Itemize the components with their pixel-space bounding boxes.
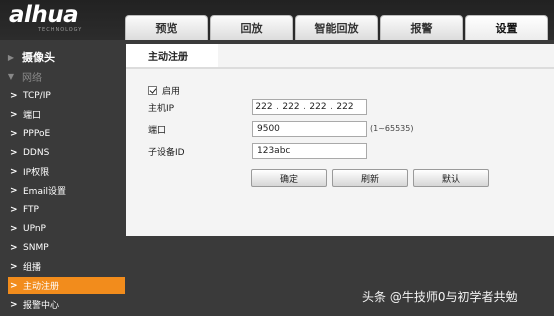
collapsed-arrow-icon: ▶ xyxy=(7,52,15,62)
host-ip-input[interactable]: 222. 222. 222. 222 xyxy=(252,99,367,115)
chevron-right-icon: > xyxy=(10,147,18,158)
sidebar-item-ip-permission[interactable]: > IP权限 xyxy=(10,163,125,180)
sidebar-item-label: PPPoE xyxy=(23,128,51,139)
panel-divider xyxy=(126,67,554,69)
sidebar-item-label: SNMP xyxy=(23,242,49,253)
tab-smart-playback[interactable]: 智能回放 xyxy=(295,15,378,40)
tab-preview[interactable]: 预览 xyxy=(125,15,208,40)
ip-octet-1[interactable]: 222 xyxy=(253,102,275,112)
sidebar-item-auto-register[interactable]: > 主动注册 xyxy=(8,277,125,294)
sidebar-item-ddns[interactable]: > DDNS xyxy=(10,144,125,161)
sidebar-item-label: TCP/IP xyxy=(23,90,51,101)
top-header: alhua TECHNOLOGY 预览 回放 智能回放 报警 设置 xyxy=(0,0,554,40)
sidebar-item-label: 端口 xyxy=(23,111,42,121)
chevron-right-icon: > xyxy=(10,90,18,101)
sidebar-category-label: 摄像头 xyxy=(22,51,55,64)
sidebar-item-email[interactable]: > Email设置 xyxy=(10,182,125,199)
sidebar-category-network[interactable]: ▼ 网络 xyxy=(0,67,126,85)
sidebar-item-ftp[interactable]: > FTP xyxy=(10,201,125,218)
sidebar-category-label: 网络 xyxy=(22,72,42,84)
enable-row: 启用 xyxy=(148,82,180,98)
enable-checkbox[interactable] xyxy=(148,85,157,95)
ip-octet-3[interactable]: 222 xyxy=(307,102,329,112)
chevron-right-icon: > xyxy=(10,128,18,139)
sidebar-item-upnp[interactable]: > UPnP xyxy=(10,220,125,237)
tab-playback[interactable]: 回放 xyxy=(210,15,293,40)
brand-logo-subtitle: TECHNOLOGY xyxy=(38,27,83,33)
chevron-right-icon: > xyxy=(10,242,18,253)
sidebar-item-port[interactable]: > 端口 xyxy=(10,106,125,123)
sidebar-item-label: Email设置 xyxy=(23,187,66,197)
port-range-hint: (1~65535) xyxy=(370,124,414,133)
port-label: 端口 xyxy=(148,125,167,136)
sidebar-item-label: 主动注册 xyxy=(23,282,60,292)
port-input[interactable]: 9500 xyxy=(252,121,367,137)
watermark-text: 头条 @牛技师0与初学者共勉 xyxy=(362,290,518,304)
enable-label: 启用 xyxy=(162,86,181,97)
device-id-input[interactable]: 123abc xyxy=(252,143,367,159)
host-ip-label: 主机IP xyxy=(148,103,175,114)
ip-octet-2[interactable]: 222 xyxy=(280,102,302,112)
brand-logo: alhua xyxy=(9,2,79,28)
chevron-right-icon: > xyxy=(10,299,18,310)
main-tabs: 预览 回放 智能回放 报警 设置 xyxy=(125,15,550,40)
ok-button[interactable]: 确定 xyxy=(251,169,327,187)
expanded-arrow-icon: ▼ xyxy=(7,71,15,81)
chevron-right-icon: > xyxy=(10,185,18,196)
device-id-label: 子设备ID xyxy=(148,147,185,158)
chevron-right-icon: > xyxy=(10,223,18,234)
ip-octet-4[interactable]: 222 xyxy=(334,102,356,112)
tab-alarm[interactable]: 报警 xyxy=(380,15,463,40)
sidebar-item-snmp[interactable]: > SNMP xyxy=(10,239,125,256)
chevron-right-icon: > xyxy=(10,280,18,291)
panel-tab-auto-register[interactable]: 主动注册 xyxy=(126,44,218,67)
default-button[interactable]: 默认 xyxy=(413,169,489,187)
sidebar-item-label: UPnP xyxy=(23,223,46,234)
chevron-right-icon: > xyxy=(10,261,18,272)
chevron-right-icon: > xyxy=(10,204,18,215)
sidebar-category-camera[interactable]: ▶ 摄像头 xyxy=(0,48,126,66)
sidebar-item-alarm-center[interactable]: > 报警中心 xyxy=(10,296,125,313)
sidebar-item-label: FTP xyxy=(23,204,39,215)
sidebar-item-pppoe[interactable]: > PPPoE xyxy=(10,125,125,142)
sidebar-item-label: 组播 xyxy=(23,263,42,273)
refresh-button[interactable]: 刷新 xyxy=(332,169,408,187)
sidebar: ▶ 摄像头 ▼ 网络 > TCP/IP > 端口 > PPPoE > DDNS > IP权… xyxy=(0,40,126,316)
chevron-right-icon: > xyxy=(10,166,18,177)
sidebar-item-label: DDNS xyxy=(23,147,50,158)
sidebar-item-multicast[interactable]: > 组播 xyxy=(10,258,125,275)
tab-settings[interactable]: 设置 xyxy=(465,15,548,40)
chevron-right-icon: > xyxy=(10,109,18,120)
sidebar-item-tcpip[interactable]: > TCP/IP xyxy=(10,87,125,104)
sidebar-item-label: 报警中心 xyxy=(23,301,60,311)
sidebar-item-label: IP权限 xyxy=(23,168,50,178)
settings-panel: 主动注册 xyxy=(126,44,554,236)
